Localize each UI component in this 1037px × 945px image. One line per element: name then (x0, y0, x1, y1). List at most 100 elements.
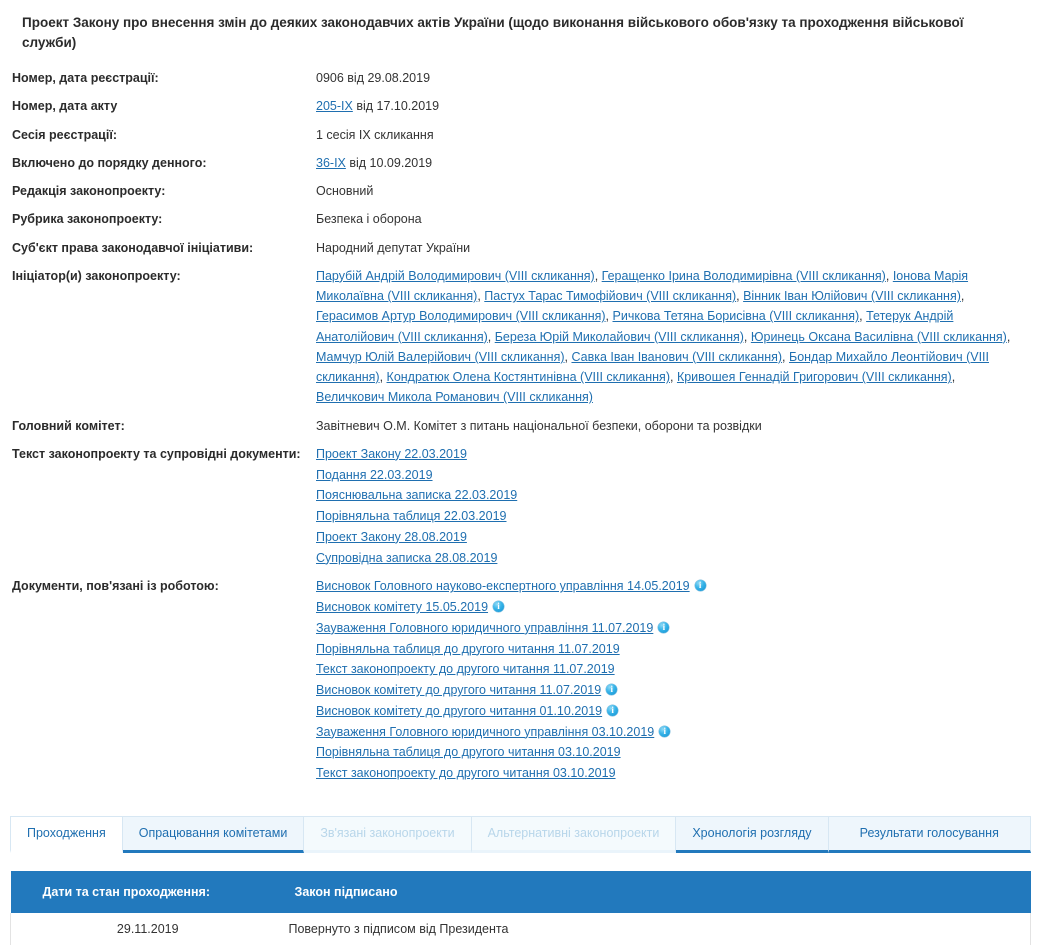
row-committee: Головний комітет: Завітневич О.М. Коміте… (0, 412, 1037, 440)
rubric-text: Безпека і оборона (316, 212, 422, 227)
related-document-row: Порівняльна таблиця до другого читання 1… (316, 639, 1023, 660)
page-title: Проект Закону про внесення змін до деяки… (22, 15, 964, 50)
related-document-row: Висновок комітету 15.05.2019 (316, 597, 1023, 618)
value-agenda: 36-IX від 10.09.2019 (316, 149, 1037, 177)
text-document-link[interactable]: Подання 22.03.2019 (316, 465, 433, 486)
text-document-link[interactable]: Супровідна записка 28.08.2019 (316, 548, 497, 569)
text-document-link[interactable]: Порівняльна таблиця 22.03.2019 (316, 506, 507, 527)
agenda-link[interactable]: 36-IX (316, 156, 346, 170)
text-document-link[interactable]: Пояснювальна записка 22.03.2019 (316, 485, 517, 506)
table-row: 29.11.2019 Повернуто з підписом від Прези… (10, 912, 1031, 945)
row-text-documents: Текст законопроекту та супровідні докуме… (0, 440, 1037, 573)
tab-1[interactable]: Проходження (10, 815, 123, 853)
initiator-link[interactable]: Савка Іван Іванович (VIII скликання) (571, 350, 782, 364)
initiator-link[interactable]: Величкович Микола Романович (VIII склика… (316, 390, 593, 404)
related-document-row: Зауваження Головного юридичного управлін… (316, 618, 1023, 639)
related-document-link[interactable]: Текст законопроекту до другого читання 1… (316, 659, 615, 680)
info-icon[interactable] (658, 621, 670, 633)
related-document-link[interactable]: Порівняльна таблиця до другого читання 0… (316, 742, 621, 763)
label-edition: Редакція законопроекту: (12, 184, 166, 199)
text-document-row: Проект Закону 28.08.2019 (316, 527, 1023, 548)
label-initiators: Ініціатор(и) законопроекту: (12, 268, 181, 283)
info-icon[interactable] (606, 683, 618, 696)
value-session: 1 сесія IX скликання (316, 121, 1037, 149)
related-document-row: Висновок комітету до другого читання 11.… (316, 680, 1023, 701)
related-document-row: Висновок Головного науково-експертного у… (316, 576, 1023, 597)
initiator-link[interactable]: Кривошея Геннадій Григорович (VIII склик… (677, 370, 952, 384)
initiator-link[interactable]: Парубій Андрій Володимирович (VIII склик… (316, 269, 595, 283)
text-document-row: Подання 22.03.2019 (316, 465, 1023, 486)
label-subject: Суб'єкт права законодавчої ініціативи: (12, 240, 254, 255)
status-table-container: Дати та стан проходження: Закон підписан… (0, 870, 1037, 945)
initiator-link[interactable]: Ричкова Тетяна Борисівна (VIII скликання… (613, 309, 860, 323)
related-document-row: Текст законопроекту до другого читання 1… (316, 659, 1023, 680)
related-document-row: Зауваження Головного юридичного управлін… (316, 722, 1023, 743)
tab-3: Зв'язані законопроекти (304, 815, 472, 853)
status-row-date: 29.11.2019 (10, 912, 285, 945)
act-number-link[interactable]: 205-IX (316, 99, 353, 113)
related-document-link[interactable]: Висновок комітету до другого читання 11.… (316, 680, 601, 701)
label-text-documents: Текст законопроекту та супровідні докуме… (12, 446, 301, 461)
related-document-link[interactable]: Висновок Головного науково-експертного у… (316, 576, 690, 597)
value-related-documents: Висновок Головного науково-експертного у… (316, 572, 1037, 788)
initiator-link[interactable]: Пастух Тарас Тимофійович (VIII скликання… (484, 289, 736, 303)
label-session: Сесія реєстрації: (12, 127, 117, 142)
row-subject: Суб'єкт права законодавчої ініціативи: Н… (0, 234, 1037, 262)
initiator-link[interactable]: Вінник Іван Юлійович (VIII скликання) (743, 289, 961, 303)
value-rubric: Безпека і оборона (316, 205, 1037, 233)
initiator-link[interactable]: Герасимов Артур Володимирович (VIII скли… (316, 309, 606, 323)
tabs-container: Проходження Опрацювання комітетами Зв'язан… (0, 815, 1037, 853)
label-agenda: Включено до порядку денного: (12, 155, 207, 170)
info-icon[interactable] (607, 704, 619, 716)
initiator-link[interactable]: Геращенко Ірина Володимирівна (VIII скли… (602, 269, 886, 283)
session-text: 1 сесія IX скликання (316, 127, 434, 142)
initiator-link[interactable]: Юринець Оксана Василівна (VIII скликання… (751, 330, 1007, 344)
row-related-documents: Документи, пов'язані із роботою: Висново… (0, 572, 1037, 788)
info-icon[interactable] (493, 600, 505, 613)
related-document-link[interactable]: Висновок комітету 15.05.2019 (316, 597, 488, 618)
tab-2[interactable]: Опрацювання комітетами (122, 815, 305, 853)
status-table-header: Дати та стан проходження: Закон підписан… (10, 870, 1031, 913)
value-committee: Завітневич О.М. Комітет з питань націона… (316, 412, 1037, 440)
related-document-link[interactable]: Текст законопроекту до другого читання 0… (316, 763, 616, 784)
label-act-number: Номер, дата акту (12, 99, 118, 114)
tab-4: Альтернативні законопроекти (471, 815, 677, 853)
row-agenda: Включено до порядку денного: 36-IX від 1… (0, 149, 1037, 177)
initiator-link[interactable]: Мамчур Юлій Валерійович (VIII скликання) (316, 350, 565, 364)
text-document-link[interactable]: Проект Закону 28.08.2019 (316, 527, 467, 548)
initiator-link[interactable]: Береза Юрій Миколайович (VIII скликання) (495, 330, 744, 344)
initiator-link[interactable]: Кондратюк Олена Костянтинівна (VIII скли… (387, 370, 670, 384)
tab-5[interactable]: Хронологія розгляду (676, 815, 829, 853)
label-related-documents: Документи, пов'язані із роботою: (12, 579, 219, 594)
value-subject: Народний депутат України (316, 234, 1037, 262)
row-act-number: Номер, дата акту 205-IX від 17.10.2019 (0, 92, 1037, 120)
status-table-body: 29.11.2019 Повернуто з підписом від Прези… (10, 912, 1031, 945)
bill-card-page: Проект Закону про внесення змін до деяки… (0, 0, 1037, 945)
related-document-row: Текст законопроекту до другого читання 0… (316, 763, 1023, 784)
text-document-link[interactable]: Проект Закону 22.03.2019 (316, 444, 467, 465)
text-document-row: Порівняльна таблиця 22.03.2019 (316, 506, 1023, 527)
related-document-link[interactable]: Зауваження Головного юридичного управлін… (316, 618, 653, 639)
tab-bar: Проходження Опрацювання комітетами Зв'язан… (10, 815, 1031, 853)
row-session: Сесія реєстрації: 1 сесія IX скликання (0, 121, 1037, 149)
value-registration-number: 0906 від 29.08.2019 (316, 64, 1037, 92)
row-edition: Редакція законопроекту: Основний (0, 177, 1037, 205)
edition-text: Основний (316, 184, 374, 199)
committee-text: Завітневич О.М. Комітет з питань націона… (316, 418, 762, 433)
value-act-number: 205-IX від 17.10.2019 (316, 92, 1037, 120)
related-document-link[interactable]: Висновок комітету до другого читання 01.… (316, 701, 602, 722)
value-text-documents: Проект Закону 22.03.2019 Подання 22.03.20… (316, 440, 1037, 573)
status-header-state-label: Закон підписано (284, 870, 1031, 913)
act-number-date: від 17.10.2019 (356, 99, 440, 114)
text-document-row: Проект Закону 22.03.2019 (316, 444, 1023, 465)
info-icon[interactable] (659, 725, 671, 737)
related-document-link[interactable]: Зауваження Головного юридичного управлін… (316, 722, 654, 743)
value-edition: Основний (316, 177, 1037, 205)
subject-text: Народний депутат України (316, 240, 471, 255)
text-document-row: Пояснювальна записка 22.03.2019 (316, 485, 1023, 506)
info-icon[interactable] (694, 579, 706, 592)
tab-6[interactable]: Результати голосування (828, 815, 1031, 853)
passage-status-table: Дати та стан проходження: Закон підписан… (10, 870, 1031, 945)
related-document-link[interactable]: Порівняльна таблиця до другого читання 1… (316, 639, 620, 660)
bill-info-table: Номер, дата реєстрації: 0906 від 29.08.2… (0, 64, 1037, 788)
